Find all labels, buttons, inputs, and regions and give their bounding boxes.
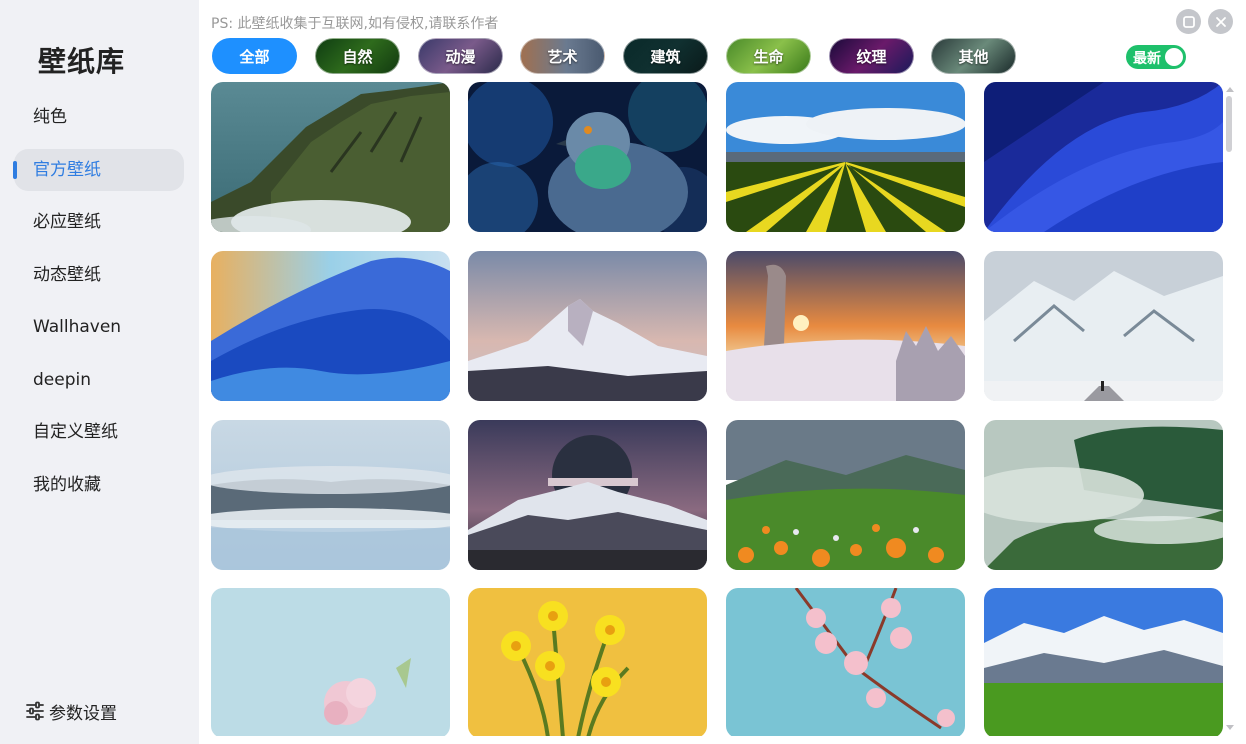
wallpaper-snow-sunset[interactable]	[726, 251, 965, 401]
settings-label: 参数设置	[49, 703, 117, 724]
settings-button[interactable]: 参数设置	[25, 698, 117, 724]
close-button[interactable]	[1208, 9, 1233, 34]
wallpaper-snowy-peak[interactable]	[468, 251, 707, 401]
wallpaper-misty-forest[interactable]	[211, 420, 450, 570]
sliders-icon	[26, 701, 44, 721]
copyright-notice: PS: 此壁纸收集于互联网,如有侵权,请联系作者	[211, 16, 499, 32]
wallpaper-pink-flower[interactable]	[211, 588, 450, 736]
sidebar-item-my-favorites[interactable]: 我的收藏	[14, 464, 184, 506]
wallpaper-foggy-hills[interactable]	[984, 420, 1223, 570]
sidebar-item-bing-wallpapers[interactable]: 必应壁纸	[14, 201, 184, 243]
wallpaper-cherry-blossoms[interactable]	[726, 588, 965, 736]
wallpaper-blue-glass-wave[interactable]	[211, 251, 450, 401]
maximize-icon	[1182, 15, 1195, 28]
scroll-up-arrow-icon[interactable]	[1225, 85, 1235, 93]
maximize-button[interactable]	[1176, 9, 1201, 34]
wallpaper-tulip-fields[interactable]	[726, 82, 965, 232]
latest-toggle-label: 最新	[1133, 51, 1161, 67]
sidebar-item-solid-color[interactable]: 纯色	[14, 96, 184, 138]
scroll-down-arrow-icon[interactable]	[1225, 724, 1235, 732]
sidebar-item-wallhaven[interactable]: Wallhaven	[14, 306, 184, 348]
sidebar-item-official-wallpapers[interactable]: 官方壁纸	[13, 148, 184, 191]
app-title: 壁纸库	[38, 45, 126, 78]
category-all[interactable]: 全部	[212, 38, 297, 74]
category-architecture[interactable]: 建筑	[623, 38, 708, 74]
wallpaper-snowy-valley[interactable]	[984, 251, 1223, 401]
wallpaper-blue-abstract-wave[interactable]	[984, 82, 1223, 232]
category-other[interactable]: 其他	[931, 38, 1016, 74]
sidebar-item-deepin[interactable]: deepin	[14, 359, 184, 401]
wallpaper-grid	[211, 82, 1224, 736]
sidebar: 壁纸库 纯色 官方壁纸 必应壁纸 动态壁纸 Wallhaven deepin 自…	[0, 0, 199, 744]
category-nature[interactable]: 自然	[315, 38, 400, 74]
wallpaper-coastal-cliffs[interactable]	[211, 82, 450, 232]
category-anime[interactable]: 动漫	[418, 38, 503, 74]
close-icon	[1215, 16, 1226, 27]
category-life[interactable]: 生命	[726, 38, 811, 74]
sidebar-item-dynamic-wallpapers[interactable]: 动态壁纸	[14, 254, 184, 296]
sidebar-nav: 纯色 官方壁纸 必应壁纸 动态壁纸 Wallhaven deepin 自定义壁纸…	[13, 96, 184, 516]
sidebar-item-custom-wallpapers[interactable]: 自定义壁纸	[14, 411, 184, 453]
wallpaper-flower-meadow[interactable]	[726, 420, 965, 570]
latest-toggle[interactable]: 最新	[1126, 45, 1186, 69]
wallpaper-mountain-moon[interactable]	[468, 420, 707, 570]
category-texture[interactable]: 纹理	[829, 38, 914, 74]
wallpaper-alpine-pasture[interactable]	[984, 588, 1223, 736]
toggle-knob	[1165, 48, 1183, 66]
category-art[interactable]: 艺术	[520, 38, 605, 74]
wallpaper-pigeon[interactable]	[468, 82, 707, 232]
scrollbar-thumb[interactable]	[1226, 96, 1232, 152]
wallpaper-daffodils[interactable]	[468, 588, 707, 736]
